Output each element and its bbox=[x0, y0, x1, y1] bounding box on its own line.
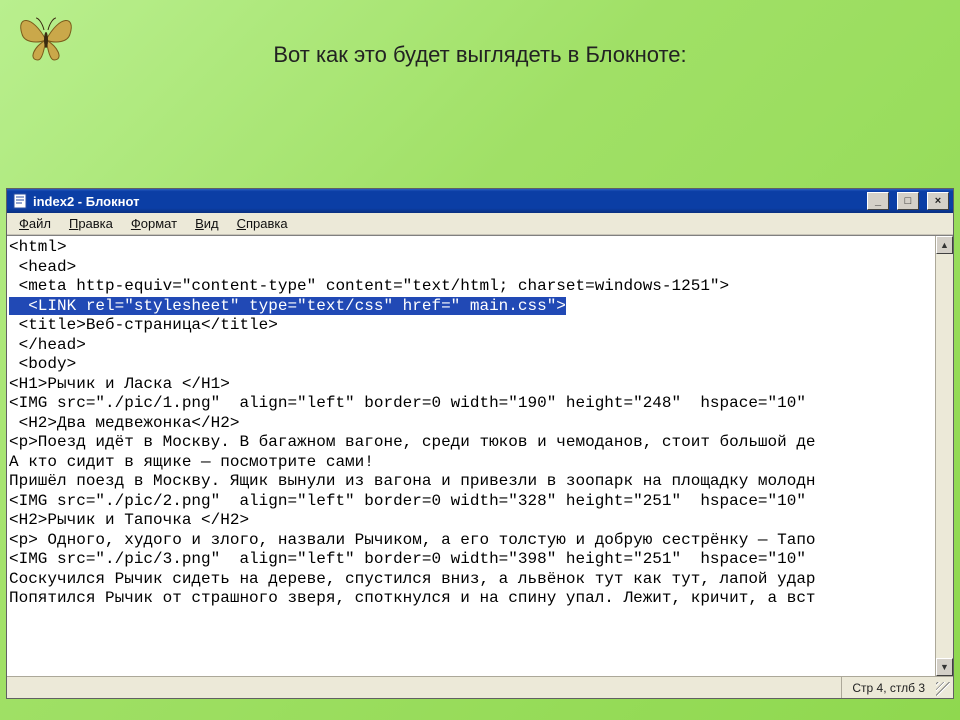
window-title: index2 - Блокнот bbox=[33, 194, 139, 209]
maximize-button[interactable]: □ bbox=[897, 192, 919, 210]
minimize-button[interactable]: _ bbox=[867, 192, 889, 210]
editor-content[interactable]: <html> <head> <meta http-equiv="content-… bbox=[7, 236, 935, 676]
menubar: Файл Правка Формат Вид Справка bbox=[7, 213, 953, 235]
scroll-down-icon[interactable]: ▼ bbox=[936, 658, 953, 676]
menu-view[interactable]: Вид bbox=[187, 214, 227, 233]
titlebar[interactable]: index2 - Блокнот _ □ × bbox=[7, 189, 953, 213]
notepad-window: index2 - Блокнот _ □ × Файл Правка Форма… bbox=[6, 188, 954, 699]
document-icon bbox=[13, 193, 27, 209]
vertical-scrollbar[interactable]: ▲ ▼ bbox=[935, 236, 953, 676]
menu-edit[interactable]: Правка bbox=[61, 214, 121, 233]
resize-grip-icon[interactable] bbox=[936, 682, 950, 696]
statusbar: Стр 4, стлб 3 bbox=[7, 676, 953, 698]
scrollbar-track[interactable] bbox=[936, 254, 953, 658]
menu-file[interactable]: Файл bbox=[11, 214, 59, 233]
close-button[interactable]: × bbox=[927, 192, 949, 210]
slide-title: Вот как это будет выглядеть в Блокноте: bbox=[0, 42, 960, 68]
scroll-up-icon[interactable]: ▲ bbox=[936, 236, 953, 254]
menu-help[interactable]: Справка bbox=[229, 214, 296, 233]
menu-format[interactable]: Формат bbox=[123, 214, 185, 233]
